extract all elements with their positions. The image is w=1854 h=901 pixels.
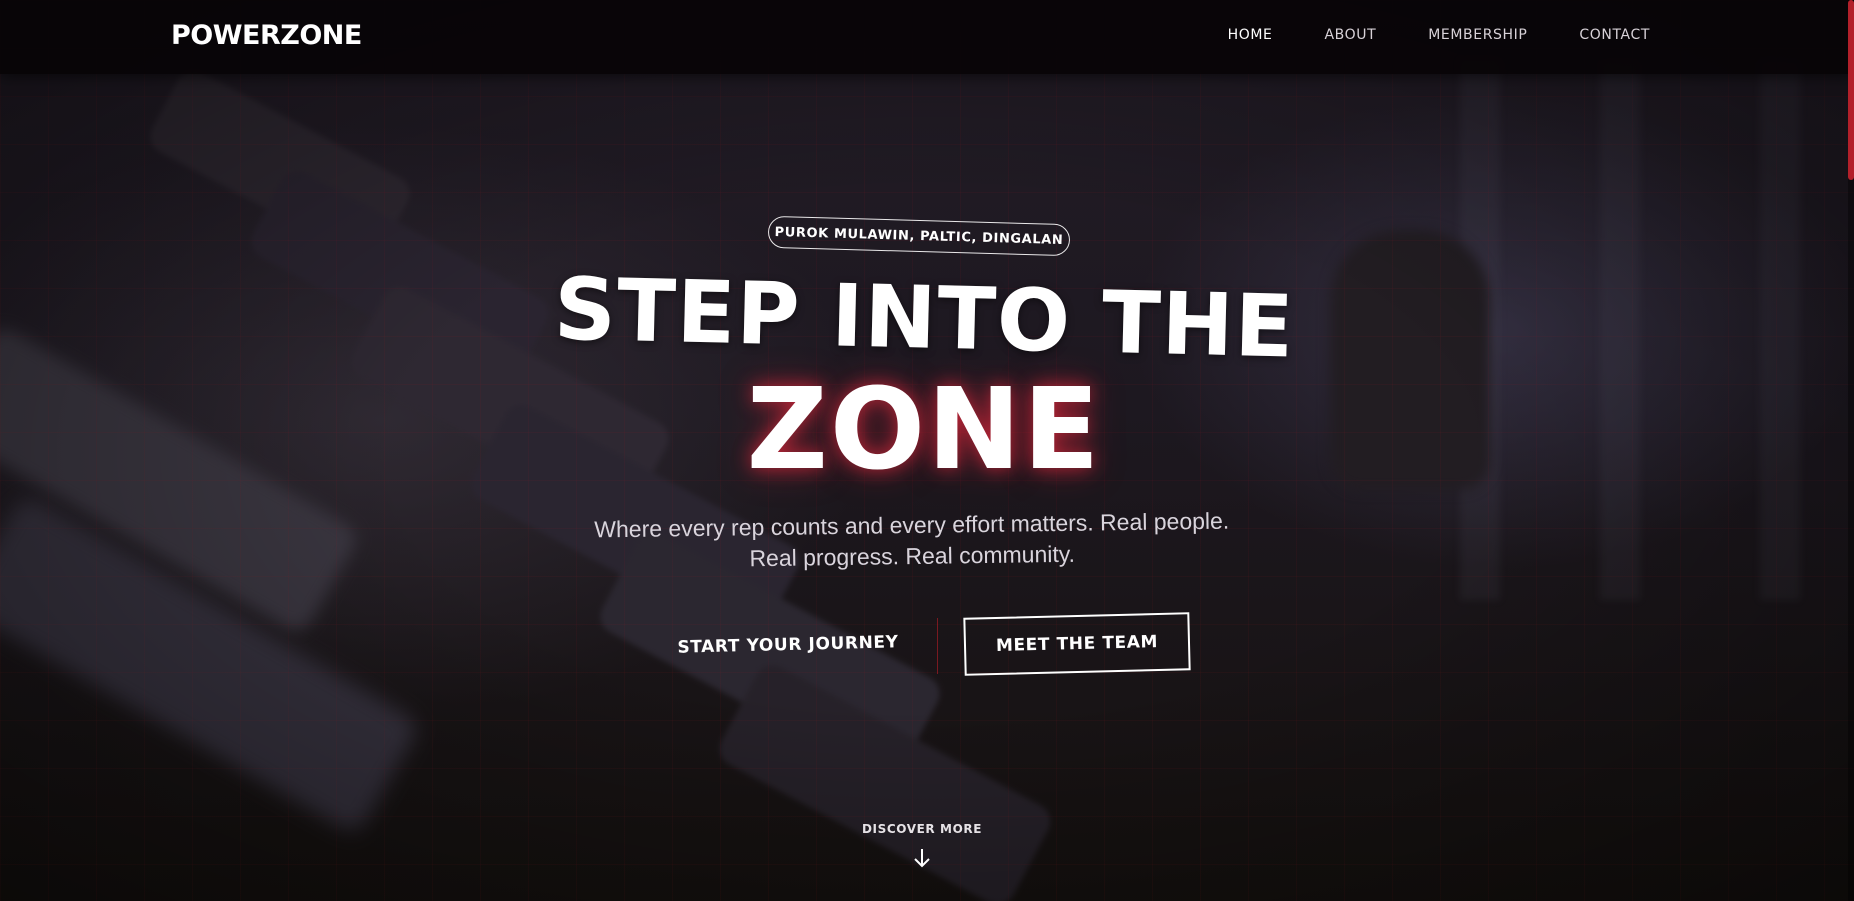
nav-link-about[interactable]: ABOUT (1324, 27, 1376, 43)
nav-link-contact[interactable]: CONTACT (1579, 27, 1650, 43)
meet-team-button[interactable]: MEET THE TEAM (963, 612, 1191, 676)
cta-row: START YOUR JOURNEY MEET THE TEAM (660, 610, 1200, 680)
location-badge: PUROK MULAWIN, PALTIC, DINGALAN (767, 215, 1071, 257)
hero-headline-line2: ZONE (746, 365, 1102, 495)
nav-link-home[interactable]: HOME (1228, 27, 1273, 43)
cta-divider (937, 618, 938, 674)
hero-headline-line1: STEP INTO THE (552, 259, 1296, 378)
scrollbar-thumb[interactable] (1848, 0, 1854, 180)
arrow-down-icon[interactable] (912, 846, 932, 870)
main-nav: HOME ABOUT MEMBERSHIP CONTACT (1228, 27, 1650, 43)
nav-link-membership[interactable]: MEMBERSHIP (1428, 27, 1527, 43)
hero-content: PUROK MULAWIN, PALTIC, DINGALAN STEP INT… (0, 0, 1854, 901)
discover-more-link[interactable]: DISCOVER MORE (822, 822, 1022, 836)
scrollbar-track[interactable] (1848, 0, 1854, 901)
site-header: POWERZONE HOME ABOUT MEMBERSHIP CONTACT (0, 0, 1854, 74)
site-logo[interactable]: POWERZONE (171, 20, 362, 51)
hero-subheading: Where every rep counts and every effort … (562, 505, 1263, 577)
start-journey-button[interactable]: START YOUR JOURNEY (660, 625, 917, 665)
